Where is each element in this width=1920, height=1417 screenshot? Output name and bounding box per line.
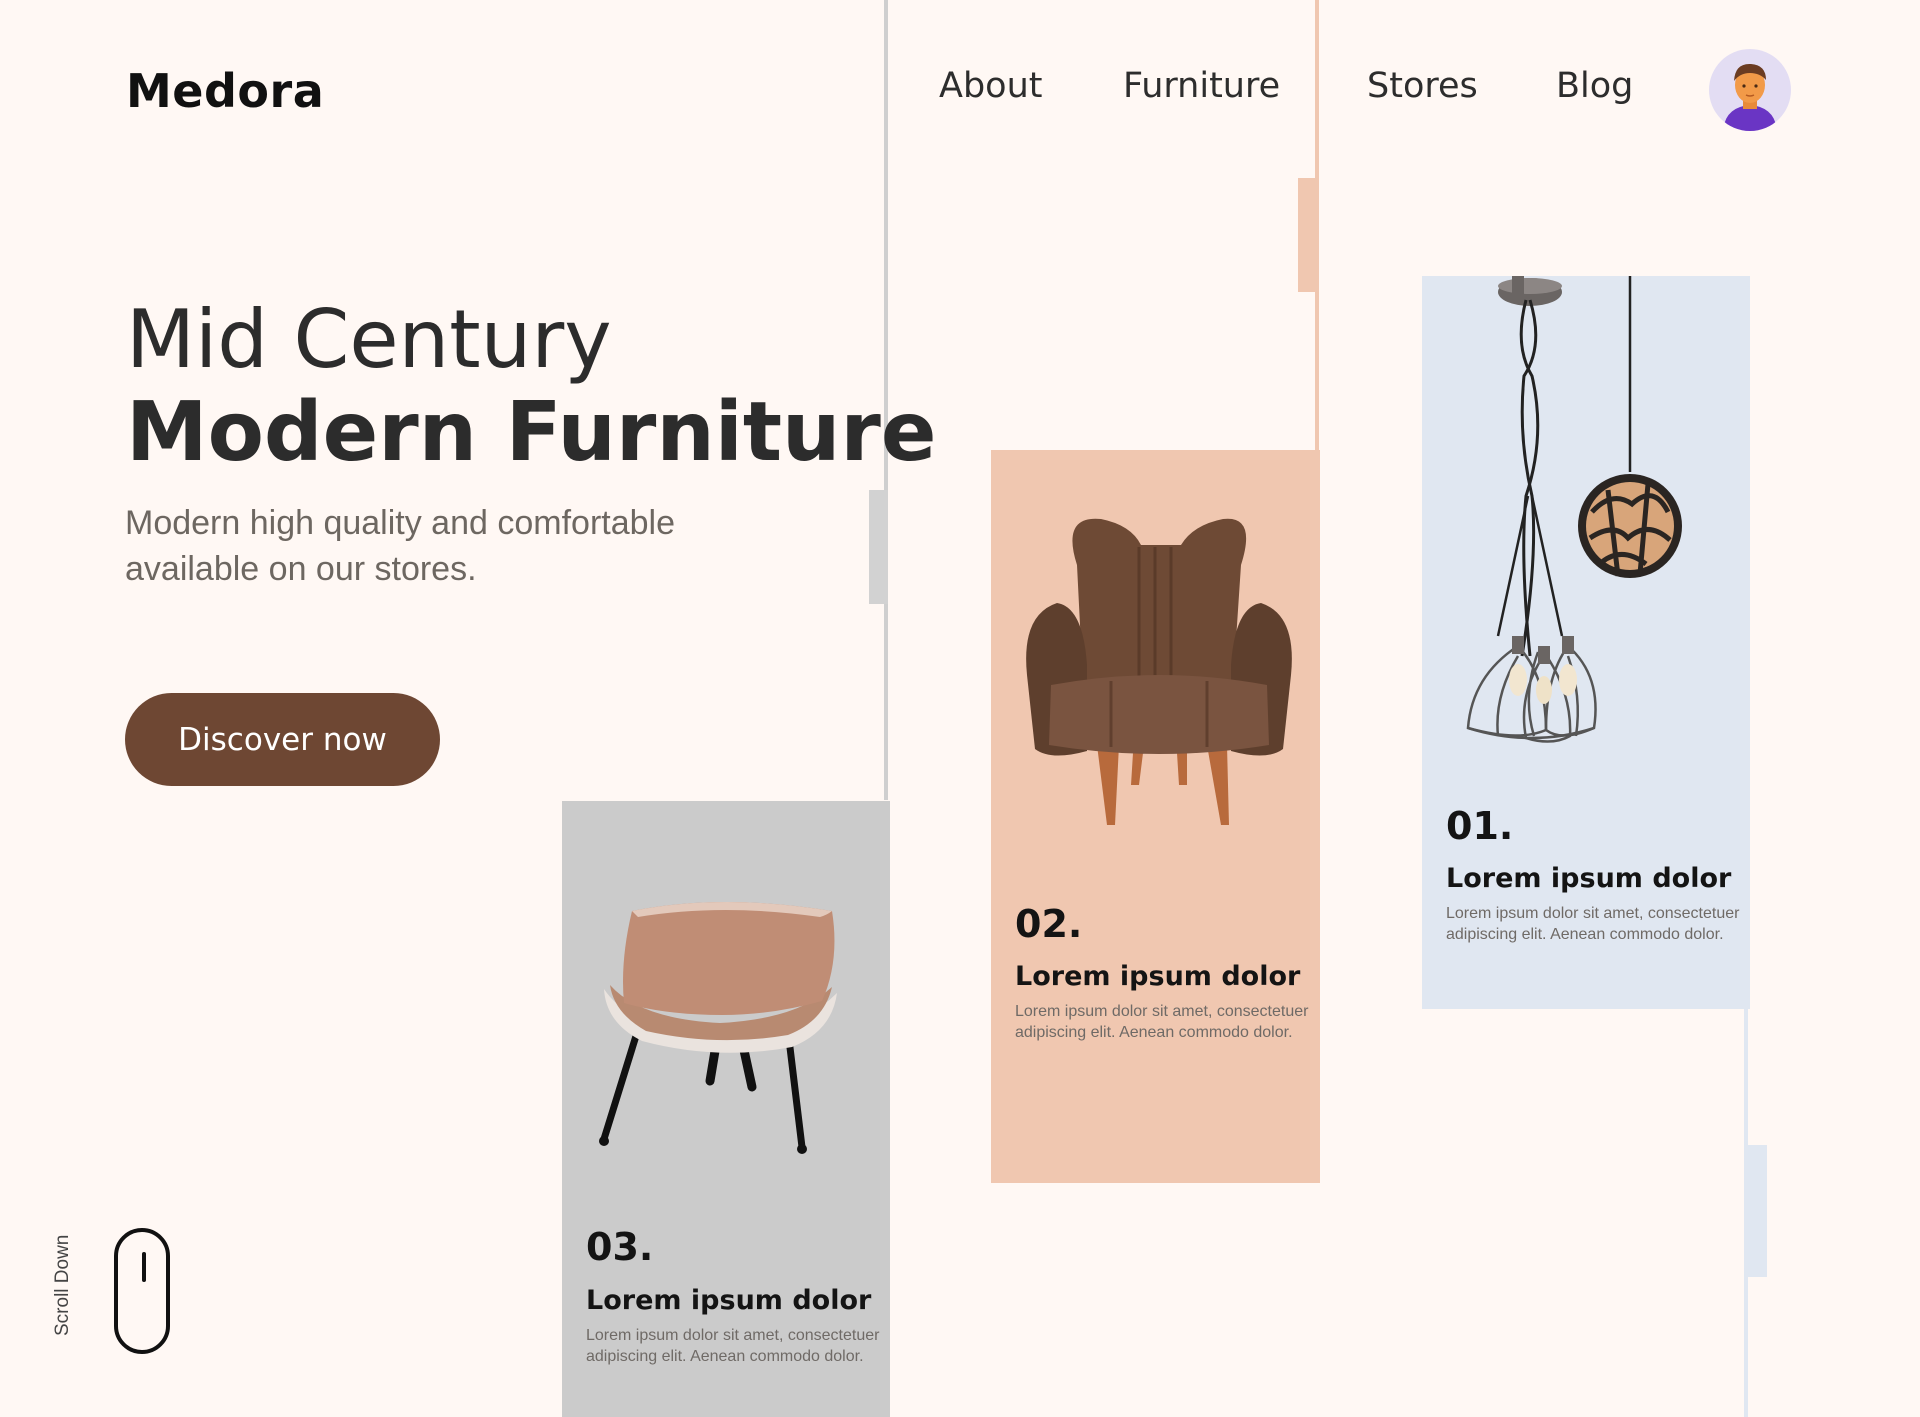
gray-divider-tab <box>869 490 888 604</box>
product-card-03[interactable]: 03. Lorem ipsum dolor Lorem ipsum dolor … <box>562 801 890 1417</box>
nav-furniture[interactable]: Furniture <box>1123 66 1280 106</box>
lounge-chair-image <box>599 902 837 1154</box>
scroll-down-label: Scroll Down <box>52 1234 73 1336</box>
mouse-scroll-icon[interactable] <box>114 1228 170 1354</box>
nav-stores[interactable]: Stores <box>1367 66 1478 106</box>
pendant-lamp-image <box>1466 276 1682 743</box>
brand-logo[interactable]: Medora <box>126 64 324 118</box>
hero-subtitle: Modern high quality and comfortable avai… <box>125 504 675 588</box>
card-description: Lorem ipsum dolor sit amet, consectetuer… <box>1446 905 1740 943</box>
nav-blog[interactable]: Blog <box>1556 66 1633 106</box>
mouse-wheel-icon <box>142 1252 146 1282</box>
card-description: Lorem ipsum dolor sit amet, consectetuer… <box>586 1327 880 1365</box>
product-card-01[interactable]: 01. Lorem ipsum dolor Lorem ipsum dolor … <box>1422 276 1750 1009</box>
hero-title-bold: Modern Furniture <box>126 385 937 480</box>
card-title: Lorem ipsum dolor <box>1446 863 1732 894</box>
card-title: Lorem ipsum dolor <box>586 1285 872 1316</box>
product-card-02[interactable]: 02. Lorem ipsum dolor Lorem ipsum dolor … <box>991 450 1320 1183</box>
card-title: Lorem ipsum dolor <box>1015 961 1301 992</box>
hero-title-light: Mid Century <box>126 293 612 386</box>
user-avatar[interactable] <box>1709 49 1791 131</box>
card-number: 01. <box>1446 804 1514 848</box>
blue-divider-tab <box>1746 1145 1767 1277</box>
discover-now-button[interactable]: Discover now <box>125 693 440 786</box>
user-avatar-icon <box>1723 63 1777 131</box>
wingback-armchair-image <box>1026 518 1292 825</box>
peach-divider-tab <box>1298 178 1318 292</box>
card-description: Lorem ipsum dolor sit amet, consectetuer… <box>1015 1003 1309 1041</box>
card-number: 02. <box>1015 902 1083 946</box>
card-number: 03. <box>586 1225 654 1269</box>
nav-about[interactable]: About <box>939 66 1042 106</box>
